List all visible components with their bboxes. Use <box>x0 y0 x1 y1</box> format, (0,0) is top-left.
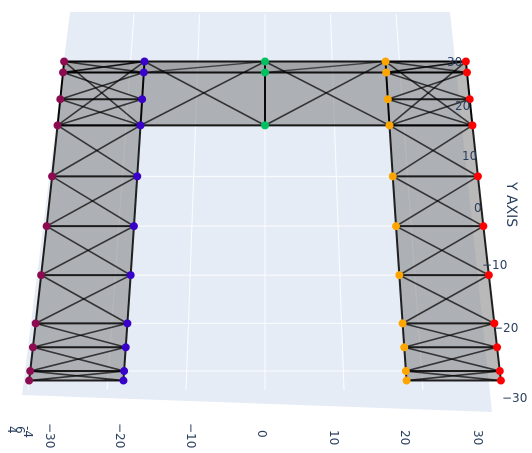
y-tick-label: 0 <box>474 201 482 215</box>
vertex-point[interactable] <box>60 57 69 66</box>
vertex-point[interactable] <box>42 222 51 231</box>
vertex-point[interactable] <box>495 367 504 376</box>
vertex-point[interactable] <box>120 367 129 376</box>
vertex-point[interactable] <box>383 95 392 104</box>
vertex-point[interactable] <box>140 57 149 66</box>
vertex-point[interactable] <box>123 319 132 328</box>
vertex-point[interactable] <box>401 367 410 376</box>
y-tick-label: 20 <box>455 99 470 113</box>
y-axis-title: Y AXIS <box>503 181 519 227</box>
vertex-point[interactable] <box>31 319 40 328</box>
y-tick-label: −30 <box>502 391 527 405</box>
vertex-point[interactable] <box>121 343 130 352</box>
vertex-point[interactable] <box>37 271 46 280</box>
vertex-point[interactable] <box>400 343 409 352</box>
vertex-point[interactable] <box>381 57 390 66</box>
vertex-point[interactable] <box>261 68 269 77</box>
vertex-point[interactable] <box>129 222 138 231</box>
y-tick-label: −20 <box>493 321 518 335</box>
vertex-point[interactable] <box>484 271 493 280</box>
vertex-point[interactable] <box>25 376 34 385</box>
vertex-point[interactable] <box>385 121 394 130</box>
vertex-point[interactable] <box>392 222 401 231</box>
vertex-point[interactable] <box>28 343 37 352</box>
vertex-point[interactable] <box>395 271 404 280</box>
vertex-point[interactable] <box>56 95 65 104</box>
x-tick-label: 30 <box>471 430 485 445</box>
vertex-point[interactable] <box>119 376 128 385</box>
x-tick-label: −30 <box>43 423 57 448</box>
vertex-point[interactable] <box>26 367 35 376</box>
vertex-point[interactable] <box>388 172 397 181</box>
x-tick-label: 0 <box>255 430 269 438</box>
vertex-point[interactable] <box>496 376 505 385</box>
z-tick-label: -4 <box>21 426 35 438</box>
vertex-point[interactable] <box>138 95 147 104</box>
vertex-point[interactable] <box>136 121 145 130</box>
y-tick-label: 30 <box>447 55 462 69</box>
x-tick-label: −10 <box>184 423 198 448</box>
mesh3d-plot[interactable]: −30 −20 −10 0 10 20 30 4 6 -4 30 20 10 0… <box>0 0 532 453</box>
vertex-point[interactable] <box>53 121 62 130</box>
x-tick-label: 10 <box>327 430 341 445</box>
vertex-point[interactable] <box>462 68 471 77</box>
z-tick-labels: 4 6 -4 <box>5 426 35 438</box>
vertex-point[interactable] <box>468 121 477 130</box>
y-tick-label: −10 <box>482 258 507 272</box>
vertex-point[interactable] <box>382 68 391 77</box>
vertex-point[interactable] <box>493 343 502 352</box>
vertex-point[interactable] <box>133 172 142 181</box>
vertex-point[interactable] <box>473 172 482 181</box>
y-tick-label: 10 <box>462 149 477 163</box>
vertex-point[interactable] <box>59 68 68 77</box>
vertex-point[interactable] <box>402 376 411 385</box>
vertex-point[interactable] <box>48 172 57 181</box>
vertex-point[interactable] <box>126 271 135 280</box>
vertex-point[interactable] <box>261 57 269 66</box>
vertex-point[interactable] <box>479 222 488 231</box>
vertex-point[interactable] <box>398 319 407 328</box>
x-tick-labels: −30 −20 −10 0 10 20 30 <box>43 423 485 448</box>
vertex-point[interactable] <box>461 57 470 66</box>
x-tick-label: 20 <box>398 430 412 445</box>
vertex-point[interactable] <box>261 121 269 130</box>
vertex-point[interactable] <box>139 68 148 77</box>
x-tick-label: −20 <box>113 423 127 448</box>
